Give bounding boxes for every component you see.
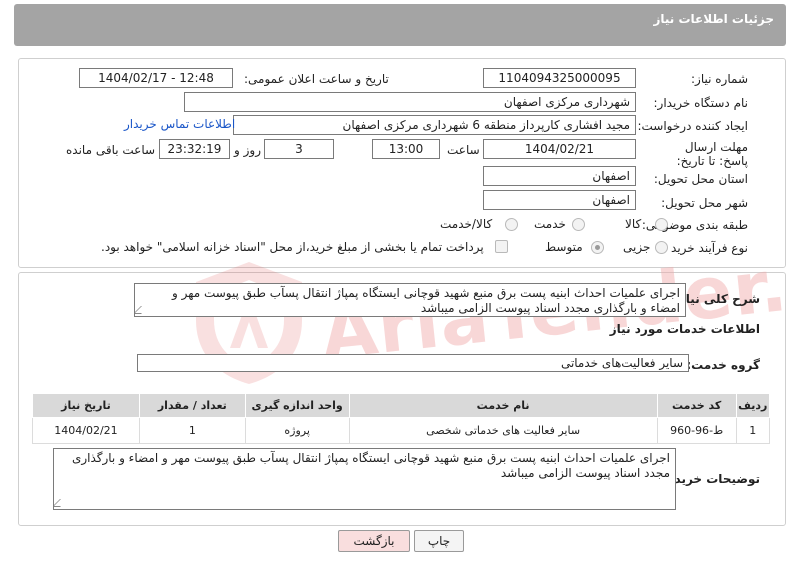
province-label: استان محل تحویل: — [653, 172, 748, 186]
deadline-date-field: 1404/02/21 — [483, 139, 636, 159]
province-field: اصفهان — [483, 166, 636, 186]
table-row[interactable]: 1 ط-96-960 سایر فعالیت های خدماتی شخصی پ… — [32, 417, 771, 444]
city-field: اصفهان — [483, 190, 636, 210]
col-name-header: نام خدمت — [348, 393, 658, 418]
remaining-time-label: ساعت باقی مانده — [66, 143, 156, 157]
description-textarea[interactable]: اجرای علمیات احداث ابنیه پست برق منبع شه… — [134, 283, 686, 317]
payment-note: پرداخت تمام یا بخشی از مبلغ خرید،از محل … — [101, 240, 484, 254]
cell-need-date: 1404/02/21 — [32, 417, 140, 444]
buyer-org-label: نام دستگاه خریدار: — [653, 96, 749, 110]
col-unit-header: واحد اندازه گیری — [244, 393, 350, 418]
remaining-time-field: 23:32:19 — [159, 139, 230, 159]
announce-datetime-label: تاریخ و ساعت اعلان عمومی: — [244, 72, 389, 86]
category-option-service-label: خدمت — [534, 217, 566, 231]
col-code-header: کد خدمت — [656, 393, 737, 418]
service-group-label: گروه خدمت: — [686, 358, 760, 372]
days-and-label: روز و — [234, 143, 261, 157]
cell-service-code: ط-96-960 — [656, 417, 737, 444]
back-button[interactable]: بازگشت — [338, 530, 410, 552]
need-number-field: 1104094325000095 — [483, 68, 636, 88]
category-radio-goods-service[interactable] — [505, 218, 518, 231]
treasury-checkbox[interactable] — [495, 240, 508, 253]
process-type-label: نوع فرآیند خرید : — [663, 241, 748, 255]
announce-datetime-field: 1404/02/17 - 12:48 — [79, 68, 233, 88]
category-option-goods-service-label: کالا/خدمت — [440, 217, 493, 231]
buyer-contact-link[interactable]: اطلاعات تماس خریدار — [124, 117, 235, 131]
col-row-header: ردیف — [735, 393, 771, 418]
city-label: شهر محل تحویل: — [661, 196, 748, 210]
cell-service-name: سایر فعالیت های خدماتی شخصی — [348, 417, 658, 444]
process-option-medium-label: متوسط — [545, 240, 583, 254]
print-button[interactable]: چاپ — [414, 530, 464, 552]
category-radio-service[interactable] — [572, 218, 585, 231]
requester-label: ایجاد کننده درخواست: — [637, 119, 748, 133]
page-title: جزئیات اطلاعات نیاز — [653, 12, 774, 26]
resize-grip-icon[interactable] — [135, 306, 149, 314]
service-group-field: سایر فعالیت‌های خدماتی — [137, 354, 689, 372]
buyer-org-field: شهرداری مرکزی اصفهان — [184, 92, 636, 112]
need-number-label: شماره نیاز: — [691, 72, 748, 86]
services-table-header: ردیف کد خدمت نام خدمت واحد اندازه گیری ت… — [32, 393, 771, 418]
cell-unit: پروژه — [244, 417, 350, 444]
category-option-goods-label: کالا — [625, 217, 642, 231]
deadline-time-label: ساعت — [447, 143, 480, 157]
buyer-notes-text: اجرای علمیات احداث ابنیه پست برق منبع شه… — [71, 451, 670, 480]
col-date-header: تاریخ نیاز — [32, 393, 140, 418]
category-radio-goods[interactable] — [655, 218, 668, 231]
buyer-notes-textarea[interactable]: اجرای علمیات احداث ابنیه پست برق منبع شه… — [53, 448, 676, 510]
cell-quantity: 1 — [138, 417, 246, 444]
process-option-minor-label: جزیی — [623, 240, 651, 254]
cell-row-number: 1 — [735, 417, 771, 444]
days-remaining-field: 3 — [264, 139, 334, 159]
col-qty-header: تعداد / مقدار — [138, 393, 246, 418]
deadline-time-field: 13:00 — [372, 139, 440, 159]
process-radio-medium[interactable] — [591, 241, 604, 254]
process-radio-minor[interactable] — [655, 241, 668, 254]
requester-field: مجید افشاری کارپرداز منطقه 6 شهرداری مرک… — [233, 115, 636, 135]
description-label: شرح کلی نیاز: — [674, 292, 760, 306]
services-table: ردیف کد خدمت نام خدمت واحد اندازه گیری ت… — [32, 393, 771, 444]
services-info-heading: اطلاعات خدمات مورد نیاز — [609, 322, 760, 336]
resize-grip-icon[interactable] — [54, 499, 68, 507]
deadline-label: مهلت ارسال پاسخ: تا تاریخ: — [676, 140, 748, 168]
description-text: اجرای علمیات احداث ابنیه پست برق منبع شه… — [171, 286, 680, 315]
